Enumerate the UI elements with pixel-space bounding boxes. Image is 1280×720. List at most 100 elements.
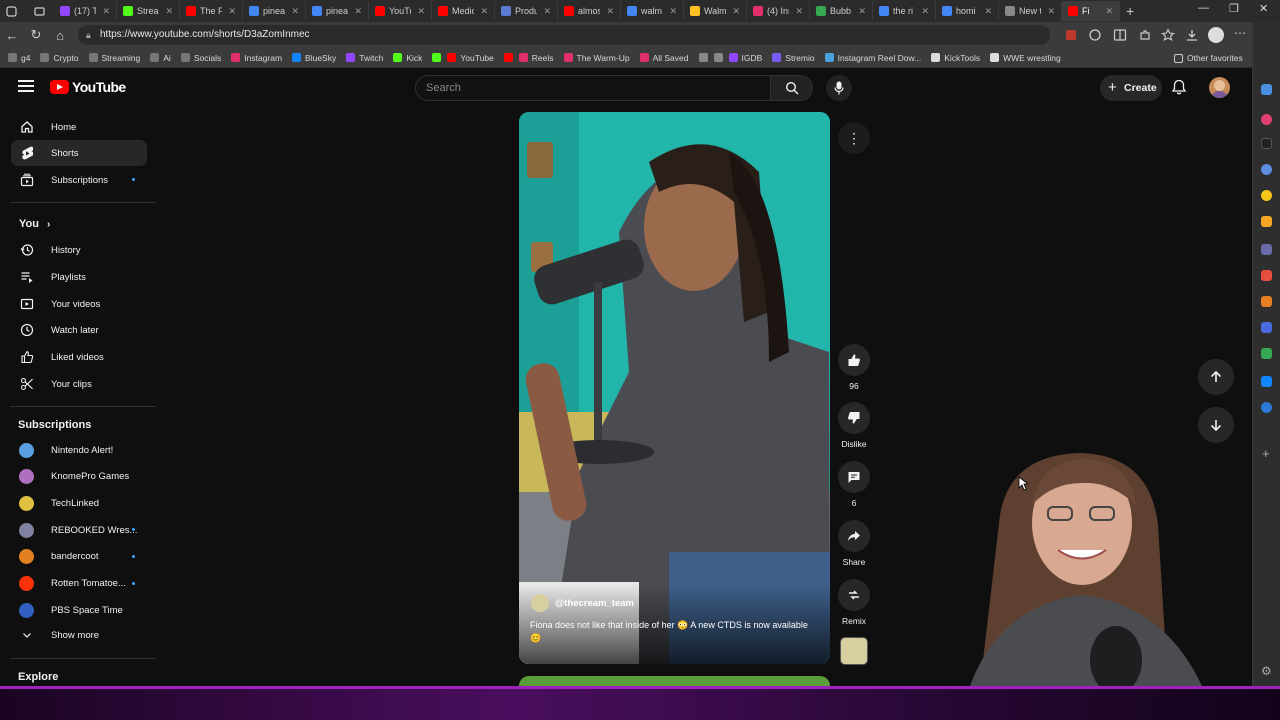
browser-tab[interactable]: YouTu ✕ (369, 1, 432, 21)
bookmark-item[interactable]: Reels (518, 53, 554, 63)
voice-search-button[interactable] (826, 75, 852, 101)
share-button[interactable]: Share (836, 520, 872, 567)
close-tab-icon[interactable]: ✕ (1105, 6, 1113, 17)
close-tab-icon[interactable]: ✕ (228, 6, 236, 17)
close-tab-icon[interactable]: ✕ (165, 6, 173, 17)
rail-app-icon[interactable] (1261, 84, 1272, 95)
close-tab-icon[interactable]: ✕ (669, 6, 677, 17)
bookmark-item[interactable]: Twitch (346, 53, 383, 63)
close-tab-icon[interactable]: ✕ (1047, 6, 1055, 17)
bookmark-item[interactable]: BlueSky (292, 53, 336, 63)
bookmark-item[interactable]: The Warm-Up (563, 53, 630, 63)
like-button[interactable]: 96 (836, 344, 872, 391)
account-avatar[interactable] (1209, 77, 1230, 98)
subscription-item[interactable]: TechLinked (11, 490, 147, 516)
new-tab-button[interactable]: + (1120, 1, 1140, 21)
subscription-item[interactable]: Nintendo Alert! (11, 437, 147, 463)
bookmark-item[interactable]: Ai (150, 53, 171, 63)
browser-tab[interactable]: Medic ✕ (432, 1, 495, 21)
close-window-button[interactable]: ✕ (1259, 2, 1268, 15)
sidebar-item-subscriptions[interactable]: Subscriptions (11, 167, 147, 193)
sidebar-item-history[interactable]: History (11, 237, 147, 263)
close-tab-icon[interactable]: ✕ (921, 6, 929, 17)
rail-app-icon[interactable] (1261, 190, 1272, 201)
browser-tab[interactable]: (4) Ins ✕ (747, 1, 810, 21)
extensions-puzzle-icon[interactable] (1138, 28, 1152, 42)
more-menu-button[interactable]: ⋯ (1234, 26, 1246, 40)
rail-app-icon[interactable] (1261, 216, 1272, 227)
short-title[interactable]: Fiona does not like that inside of her 😳… (530, 619, 820, 645)
bookmark-item[interactable]: Kick (393, 53, 422, 63)
bookmark-item[interactable]: WWE wrestling (990, 53, 1061, 63)
bookmark-item[interactable]: Instagram (231, 53, 282, 63)
url-field[interactable]: 🔒︎ https://www.youtube.com/shorts/D3aZom… (78, 25, 1050, 45)
search-icon[interactable] (1261, 164, 1272, 175)
browser-tab[interactable]: walm ✕ (621, 1, 684, 21)
bookmark-item[interactable]: YouTube (447, 53, 494, 63)
other-favorites[interactable]: Other favorites (1174, 53, 1243, 63)
bookmark-item[interactable] (698, 53, 708, 62)
sidebar-you-header[interactable]: You › (11, 211, 147, 237)
sidebar-item-your-videos[interactable]: Your videos (11, 291, 147, 317)
browser-tab[interactable]: New t ✕ (999, 1, 1062, 21)
favorites-icon[interactable] (1161, 28, 1175, 42)
workspaces-button[interactable] (0, 1, 28, 21)
browser-tab[interactable]: Strean ✕ (117, 1, 180, 21)
sidebar-item-your-clips[interactable]: Your clips (11, 371, 147, 397)
rail-app-icon[interactable] (1261, 402, 1272, 413)
subscription-item[interactable]: PBS Space Time (11, 597, 147, 623)
close-tab-icon[interactable]: ✕ (984, 6, 992, 17)
browser-tab[interactable]: pineap ✕ (243, 1, 306, 21)
bookmark-item[interactable] (503, 53, 513, 62)
rail-app-icon[interactable] (1261, 138, 1272, 149)
close-tab-icon[interactable]: ✕ (732, 6, 740, 17)
close-tab-icon[interactable]: ✕ (291, 6, 299, 17)
more-actions-button[interactable]: ⋮ (836, 122, 872, 154)
bookmark-item[interactable]: Stremio (772, 53, 815, 63)
sidebar-item-playlists[interactable]: Playlists (11, 264, 147, 290)
comments-button[interactable]: 6 (836, 461, 872, 508)
bookmark-item[interactable]: IGDB (728, 53, 762, 63)
bookmark-item[interactable]: Crypto (40, 53, 79, 63)
sidebar-item-home[interactable]: Home (11, 114, 147, 140)
refresh-button[interactable]: ↻ (24, 27, 48, 43)
sidebar-item-liked-videos[interactable]: Liked videos (11, 344, 147, 370)
browser-tab[interactable]: the ri ✕ (873, 1, 936, 21)
next-short-button[interactable] (1198, 407, 1234, 443)
menu-icon[interactable] (18, 80, 34, 94)
rail-app-icon[interactable] (1261, 270, 1272, 281)
remix-button[interactable]: Remix (836, 579, 872, 626)
close-tab-icon[interactable]: ✕ (543, 6, 551, 17)
channel-link[interactable]: @thecream_team (531, 594, 634, 612)
bookmark-item[interactable]: Socials (180, 53, 221, 63)
bookmark-item[interactable]: Instagram Reel Dow... (824, 53, 921, 63)
tab-actions-button[interactable] (28, 1, 54, 21)
close-tab-icon[interactable]: ✕ (102, 6, 110, 17)
bookmark-item[interactable]: KickTools (931, 53, 980, 63)
rail-app-icon[interactable] (1261, 244, 1272, 255)
bookmark-item[interactable] (713, 53, 723, 62)
sidebar-item-shorts[interactable]: Shorts (11, 140, 147, 166)
back-button[interactable]: ← (0, 28, 24, 43)
browser-tab[interactable]: Bubb ✕ (810, 1, 873, 21)
profile-avatar[interactable] (1208, 27, 1224, 43)
bookmark-item[interactable]: Streaming (88, 53, 140, 63)
home-button[interactable]: ⌂ (48, 28, 72, 43)
close-tab-icon[interactable]: ✕ (795, 6, 803, 17)
browser-tab[interactable]: pineap ✕ (306, 1, 369, 21)
extension-icon[interactable] (1064, 28, 1078, 42)
sound-thumbnail[interactable] (836, 637, 872, 665)
browser-tab[interactable]: Fi ✕ (1062, 1, 1120, 21)
bookmark-item[interactable]: All Saved (639, 53, 689, 63)
browser-tab[interactable]: homi ✕ (936, 1, 999, 21)
dislike-button[interactable]: Dislike (836, 402, 872, 449)
close-tab-icon[interactable]: ✕ (606, 6, 614, 17)
shorts-video-player[interactable]: @thecream_team Fiona does not like that … (519, 112, 830, 664)
rail-app-icon[interactable] (1261, 114, 1272, 125)
browser-tab[interactable]: (17) Ti ✕ (54, 1, 117, 21)
minimize-button[interactable]: — (1198, 2, 1209, 14)
restore-button[interactable]: ❐ (1229, 2, 1239, 15)
create-button[interactable]: + Create (1100, 75, 1162, 101)
browser-tab[interactable]: The Pl ✕ (180, 1, 243, 21)
subscription-item[interactable]: bandercoot (11, 544, 147, 570)
